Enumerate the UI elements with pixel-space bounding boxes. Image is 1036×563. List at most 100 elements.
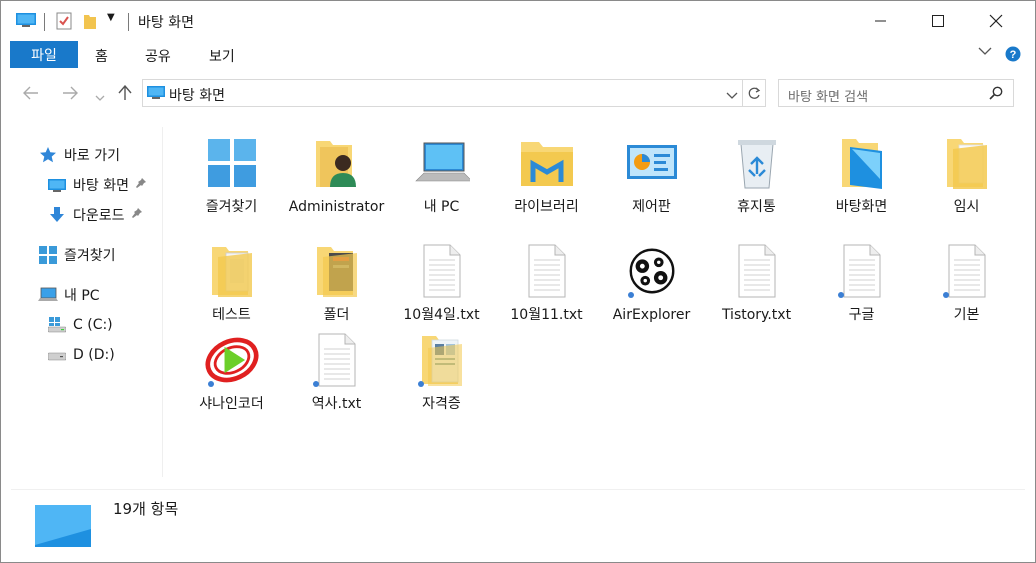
- search-box[interactable]: 바탕 화면 검색: [778, 79, 1014, 107]
- forward-button[interactable]: [62, 85, 78, 104]
- help-button[interactable]: ?: [1005, 46, 1021, 62]
- file-label: 즐겨찾기: [205, 199, 258, 215]
- chevron-down-icon: [95, 95, 105, 101]
- file-item[interactable]: 구글: [809, 237, 914, 326]
- system-drive-icon: [47, 316, 67, 334]
- gears-icon: [624, 241, 680, 301]
- text-file-icon: [414, 241, 470, 301]
- file-item[interactable]: 기본: [914, 237, 1019, 326]
- drive-icon: [47, 346, 67, 364]
- file-label: 임시: [953, 199, 980, 215]
- file-item[interactable]: 라이브러리: [494, 129, 599, 218]
- tab-share[interactable]: 공유: [145, 46, 171, 66]
- back-button[interactable]: [23, 85, 39, 104]
- new-folder-icon[interactable]: [83, 12, 97, 30]
- title-separator: [128, 13, 129, 31]
- file-item[interactable]: 폴더: [284, 237, 389, 326]
- file-label: 10월11.txt: [510, 307, 583, 323]
- customize-toolbar-chevron-icon[interactable]: ▼: [107, 12, 115, 23]
- shortcut-dot: [207, 381, 214, 387]
- shortcut-dot: [627, 292, 634, 298]
- minimize-icon: [875, 20, 886, 22]
- text-file-icon: [309, 330, 365, 390]
- control-panel-icon: [624, 133, 680, 193]
- file-item[interactable]: 즐겨찾기: [179, 129, 284, 218]
- svg-text:?: ?: [1010, 49, 1017, 61]
- status-divider: [11, 489, 1025, 490]
- nav-item-label: 내 PC: [64, 288, 100, 304]
- up-button[interactable]: [118, 84, 132, 105]
- file-item[interactable]: 내 PC: [389, 129, 494, 218]
- help-icon: ?: [1005, 46, 1021, 62]
- tab-view[interactable]: 보기: [209, 46, 235, 66]
- file-label: 기본: [953, 307, 980, 323]
- file-item[interactable]: 10월4일.txt: [389, 237, 494, 326]
- file-label: 샤나인코더: [199, 396, 264, 412]
- user-folder-icon: [309, 133, 365, 193]
- properties-icon[interactable]: [56, 12, 72, 30]
- back-arrow-icon: [23, 86, 38, 100]
- text-file-icon: [834, 241, 890, 301]
- expand-ribbon-button[interactable]: [978, 46, 992, 56]
- nav-item-label: 바탕 화면: [73, 178, 129, 194]
- file-item[interactable]: 샤나인코더: [179, 326, 284, 415]
- chevron-down-icon: [978, 47, 992, 55]
- windows-tile-icon: [204, 133, 260, 193]
- address-bar[interactable]: 바탕 화면: [142, 79, 743, 107]
- folder-icon: [414, 330, 470, 390]
- desktop-icon: [147, 85, 165, 104]
- tab-file[interactable]: 파일: [10, 41, 78, 68]
- window-desktop-icon[interactable]: [16, 12, 36, 28]
- download-icon: [47, 206, 67, 224]
- shortcut-dot: [837, 292, 844, 298]
- search-icon[interactable]: [989, 86, 1003, 104]
- windows-tile-icon: [38, 246, 58, 264]
- file-item[interactable]: 역사.txt: [284, 326, 389, 415]
- nav-item-desktop[interactable]: 바탕 화면: [47, 175, 147, 195]
- title-separator: [44, 13, 45, 31]
- address-history-chevron-icon[interactable]: [726, 89, 738, 104]
- file-label: 휴지통: [737, 199, 776, 215]
- file-item[interactable]: 휴지통: [704, 129, 809, 218]
- nav-item-quick-access[interactable]: 바로 가기: [38, 145, 120, 165]
- star-icon: [38, 146, 58, 164]
- refresh-button[interactable]: [743, 79, 766, 107]
- maximize-button[interactable]: [908, 1, 968, 41]
- explorer-window: ▼ 바탕 화면 파일 홈 공유 보기 ? 바탕 화면 바탕 화면 검색 바로 가…: [0, 0, 1036, 563]
- file-label: AirExplorer: [612, 307, 691, 323]
- file-label: 내 PC: [423, 199, 460, 215]
- nav-item-favorites[interactable]: 즐겨찾기: [38, 245, 116, 265]
- nav-item-drive-c[interactable]: C (C:): [47, 316, 113, 334]
- file-label: 라이브러리: [514, 199, 579, 215]
- file-item[interactable]: Tistory.txt: [704, 237, 809, 326]
- file-label: 역사.txt: [311, 396, 362, 412]
- file-item[interactable]: 제어판: [599, 129, 704, 218]
- file-item[interactable]: AirExplorer: [599, 237, 704, 326]
- file-label: 자격증: [422, 396, 461, 412]
- recent-locations-button[interactable]: [95, 87, 105, 106]
- shortcut-dot: [942, 292, 949, 298]
- file-item[interactable]: 자격증: [389, 326, 494, 415]
- minimize-button[interactable]: [851, 1, 911, 41]
- close-button[interactable]: [966, 1, 1026, 41]
- file-item[interactable]: 테스트: [179, 237, 284, 326]
- file-item[interactable]: Administrator: [284, 129, 389, 218]
- shortcut-dot: [312, 381, 319, 387]
- desktop-icon: [47, 176, 67, 194]
- file-label: 10월4일.txt: [403, 307, 480, 323]
- folder-icon: [939, 133, 995, 193]
- file-item[interactable]: 10월11.txt: [494, 237, 599, 326]
- nav-item-this-pc[interactable]: 내 PC: [38, 285, 100, 305]
- nav-item-drive-d[interactable]: D (D:): [47, 346, 115, 364]
- file-item[interactable]: 임시: [914, 129, 1019, 218]
- pin-icon[interactable]: [135, 177, 147, 193]
- pin-icon[interactable]: [131, 207, 143, 223]
- file-list: 즐겨찾기 Administrator 내 PC 라이브러리 제어판 휴지통 바탕…: [179, 129, 1029, 489]
- file-item[interactable]: 바탕화면: [809, 129, 914, 218]
- search-input[interactable]: [779, 80, 979, 106]
- nav-item-downloads[interactable]: 다운로드: [47, 205, 143, 225]
- file-label: Administrator: [288, 199, 385, 215]
- ribbon-tabs: 파일 홈 공유 보기 ?: [1, 41, 1035, 69]
- text-file-icon: [939, 241, 995, 301]
- tab-home[interactable]: 홈: [95, 46, 108, 66]
